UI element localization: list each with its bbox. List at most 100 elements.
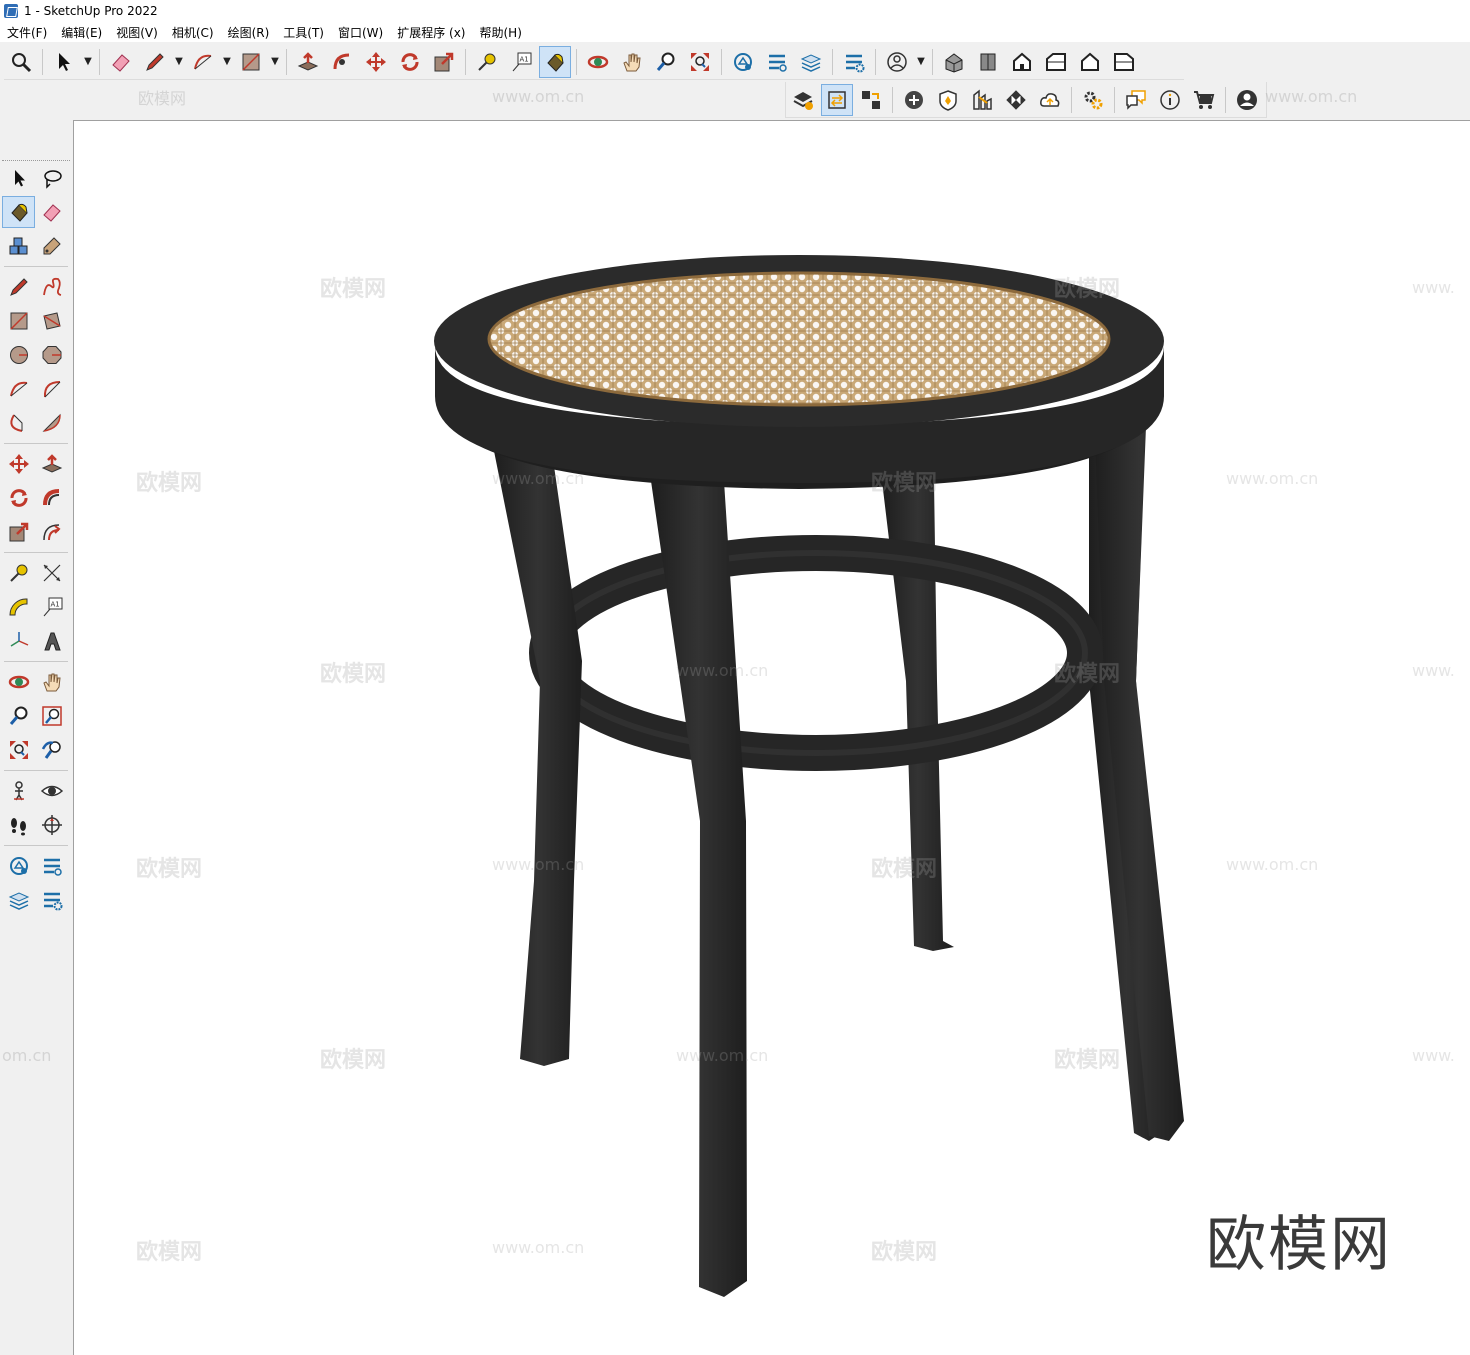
follow-me-tool-button[interactable] (35, 482, 68, 514)
menu-view[interactable]: 视图(V) (109, 24, 165, 41)
rectangle-tool-button[interactable] (235, 46, 267, 78)
eraser-tool-button[interactable] (105, 46, 137, 78)
circle-tool-button[interactable] (2, 339, 35, 371)
pie-tool-button[interactable] (35, 407, 68, 439)
back-view-button[interactable] (1074, 46, 1106, 78)
settings-button[interactable] (1077, 84, 1109, 116)
follow-me-tool-button[interactable] (326, 46, 358, 78)
store-button[interactable] (1188, 84, 1220, 116)
pan-tool-button[interactable] (35, 666, 68, 698)
zoom-window-button[interactable] (35, 700, 68, 732)
extension-warehouse-button[interactable] (761, 46, 793, 78)
offset-tool-button[interactable] (35, 516, 68, 548)
eraser-tool-button[interactable] (35, 196, 68, 228)
search-tool-button[interactable] (5, 46, 37, 78)
layers-button[interactable] (2, 884, 35, 916)
menu-edit[interactable]: 编辑(E) (54, 24, 109, 41)
rotated-rectangle-button[interactable] (35, 305, 68, 337)
add-location-button[interactable] (898, 84, 930, 116)
arc-dropdown[interactable]: ▼ (220, 46, 234, 78)
rectangle-dropdown[interactable]: ▼ (268, 46, 282, 78)
dynamic-components-button[interactable] (821, 83, 853, 116)
previous-view-button[interactable] (35, 734, 68, 766)
layers-button[interactable] (795, 46, 827, 78)
rotate-tool-button[interactable] (2, 482, 35, 514)
iso-view-button[interactable] (938, 46, 970, 78)
dimension-tool-button[interactable] (35, 557, 68, 589)
polygon-tool-button[interactable] (35, 339, 68, 371)
profile-button[interactable] (1231, 84, 1263, 116)
toggle-terrain-button[interactable] (932, 84, 964, 116)
tape-measure-tool-button[interactable] (2, 557, 35, 589)
orbit-tool-button[interactable] (2, 666, 35, 698)
zoom-tool-button[interactable] (2, 700, 35, 732)
model-viewport[interactable]: 欧模网 欧模网 www. 欧模网 www.om.cn 欧模网 www.om.cn… (73, 120, 1470, 1355)
select-tool-button[interactable] (2, 162, 35, 194)
extension-settings-icon (843, 51, 865, 73)
line-tool-button[interactable] (139, 46, 171, 78)
section-plane-button[interactable] (35, 809, 68, 841)
two-point-arc-button[interactable] (35, 373, 68, 405)
line-dropdown[interactable]: ▼ (172, 46, 186, 78)
extension-manager-button[interactable] (838, 46, 870, 78)
tag-tool-button[interactable] (35, 230, 68, 262)
solid-tools-button[interactable] (1000, 84, 1032, 116)
move-tool-button[interactable] (360, 46, 392, 78)
move-tool-button[interactable] (2, 448, 35, 480)
paint-bucket-tool-button[interactable] (539, 45, 571, 78)
arc-tool-button[interactable] (2, 373, 35, 405)
account-dropdown[interactable]: ▼ (914, 46, 928, 78)
component-options-button[interactable] (855, 84, 887, 116)
3d-text-tool-button[interactable] (35, 625, 68, 657)
lasso-select-button[interactable] (35, 162, 68, 194)
warehouse-button[interactable] (2, 850, 35, 882)
position-camera-button[interactable] (2, 775, 35, 807)
rotate-tool-button[interactable] (394, 46, 426, 78)
messages-button[interactable] (1120, 84, 1152, 116)
menu-extensions[interactable]: 扩展程序 (x) (390, 24, 472, 41)
generate-report-button[interactable] (787, 84, 819, 116)
cloud-upload-button[interactable] (1034, 84, 1066, 116)
extension-warehouse-button[interactable] (35, 850, 68, 882)
scale-tool-button[interactable] (2, 516, 35, 548)
arc-tool-button[interactable] (187, 46, 219, 78)
rectangle-tool-button[interactable] (2, 305, 35, 337)
text-tool-button[interactable]: A1 (35, 591, 68, 623)
zoom-extents-button[interactable] (684, 46, 716, 78)
freehand-tool-button[interactable] (35, 271, 68, 303)
pan-tool-button[interactable] (616, 46, 648, 78)
front-view-button[interactable] (1006, 46, 1038, 78)
zoom-extents-button[interactable] (2, 734, 35, 766)
paint-bucket-tool-button[interactable] (2, 196, 35, 228)
menu-tools[interactable]: 工具(T) (276, 24, 331, 41)
make-component-button[interactable] (2, 230, 35, 262)
extension-manager-button[interactable] (35, 884, 68, 916)
menu-help[interactable]: 帮助(H) (472, 24, 528, 41)
left-view-button[interactable] (1108, 46, 1140, 78)
zoom-tool-button[interactable] (650, 46, 682, 78)
tape-measure-tool-button[interactable] (471, 46, 503, 78)
select-tool-button[interactable] (48, 46, 80, 78)
sandbox-button[interactable] (966, 84, 998, 116)
right-view-button[interactable] (1040, 46, 1072, 78)
text-tool-button[interactable]: A1 (505, 46, 537, 78)
menu-window[interactable]: 窗口(W) (331, 24, 390, 41)
look-around-button[interactable] (35, 775, 68, 807)
warehouse-button[interactable] (727, 46, 759, 78)
push-pull-tool-button[interactable] (35, 448, 68, 480)
protractor-tool-button[interactable] (2, 591, 35, 623)
scale-tool-button[interactable] (428, 46, 460, 78)
info-button[interactable] (1154, 84, 1186, 116)
axes-tool-button[interactable] (2, 625, 35, 657)
account-button[interactable] (881, 46, 913, 78)
line-tool-button[interactable] (2, 271, 35, 303)
select-dropdown[interactable]: ▼ (81, 46, 95, 78)
top-view-button[interactable] (972, 46, 1004, 78)
menu-camera[interactable]: 相机(C) (165, 24, 221, 41)
menu-file[interactable]: 文件(F) (0, 24, 54, 41)
menu-draw[interactable]: 绘图(R) (221, 24, 277, 41)
three-point-arc-button[interactable] (2, 407, 35, 439)
orbit-tool-button[interactable] (582, 46, 614, 78)
walk-tool-button[interactable] (2, 809, 35, 841)
push-pull-tool-button[interactable] (292, 46, 324, 78)
